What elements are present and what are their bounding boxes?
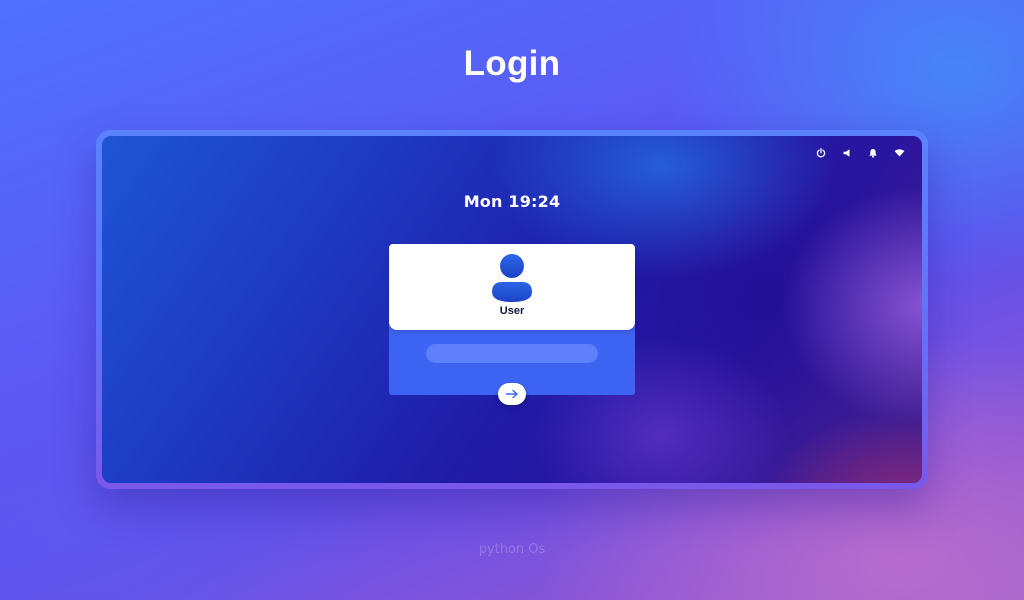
- user-avatar-icon[interactable]: [490, 254, 534, 302]
- page-title: Login: [463, 44, 561, 83]
- os-screen-frame: Mon 19:24 User: [96, 130, 928, 489]
- arrow-right-icon: [505, 389, 519, 399]
- power-icon[interactable]: [808, 144, 834, 162]
- user-profile-panel: User: [389, 244, 635, 330]
- login-submit-button[interactable]: [498, 383, 526, 405]
- notification-bell-icon[interactable]: [860, 144, 886, 162]
- os-name-footer: python Os: [478, 542, 546, 557]
- username-label: User: [499, 305, 525, 317]
- system-tray: [808, 144, 912, 162]
- login-card: User: [389, 244, 635, 405]
- volume-icon[interactable]: [834, 144, 860, 162]
- clock: Mon 19:24: [463, 192, 561, 211]
- password-input[interactable]: [426, 344, 598, 363]
- wifi-icon[interactable]: [886, 144, 912, 162]
- login-screen: Mon 19:24 User: [102, 136, 922, 483]
